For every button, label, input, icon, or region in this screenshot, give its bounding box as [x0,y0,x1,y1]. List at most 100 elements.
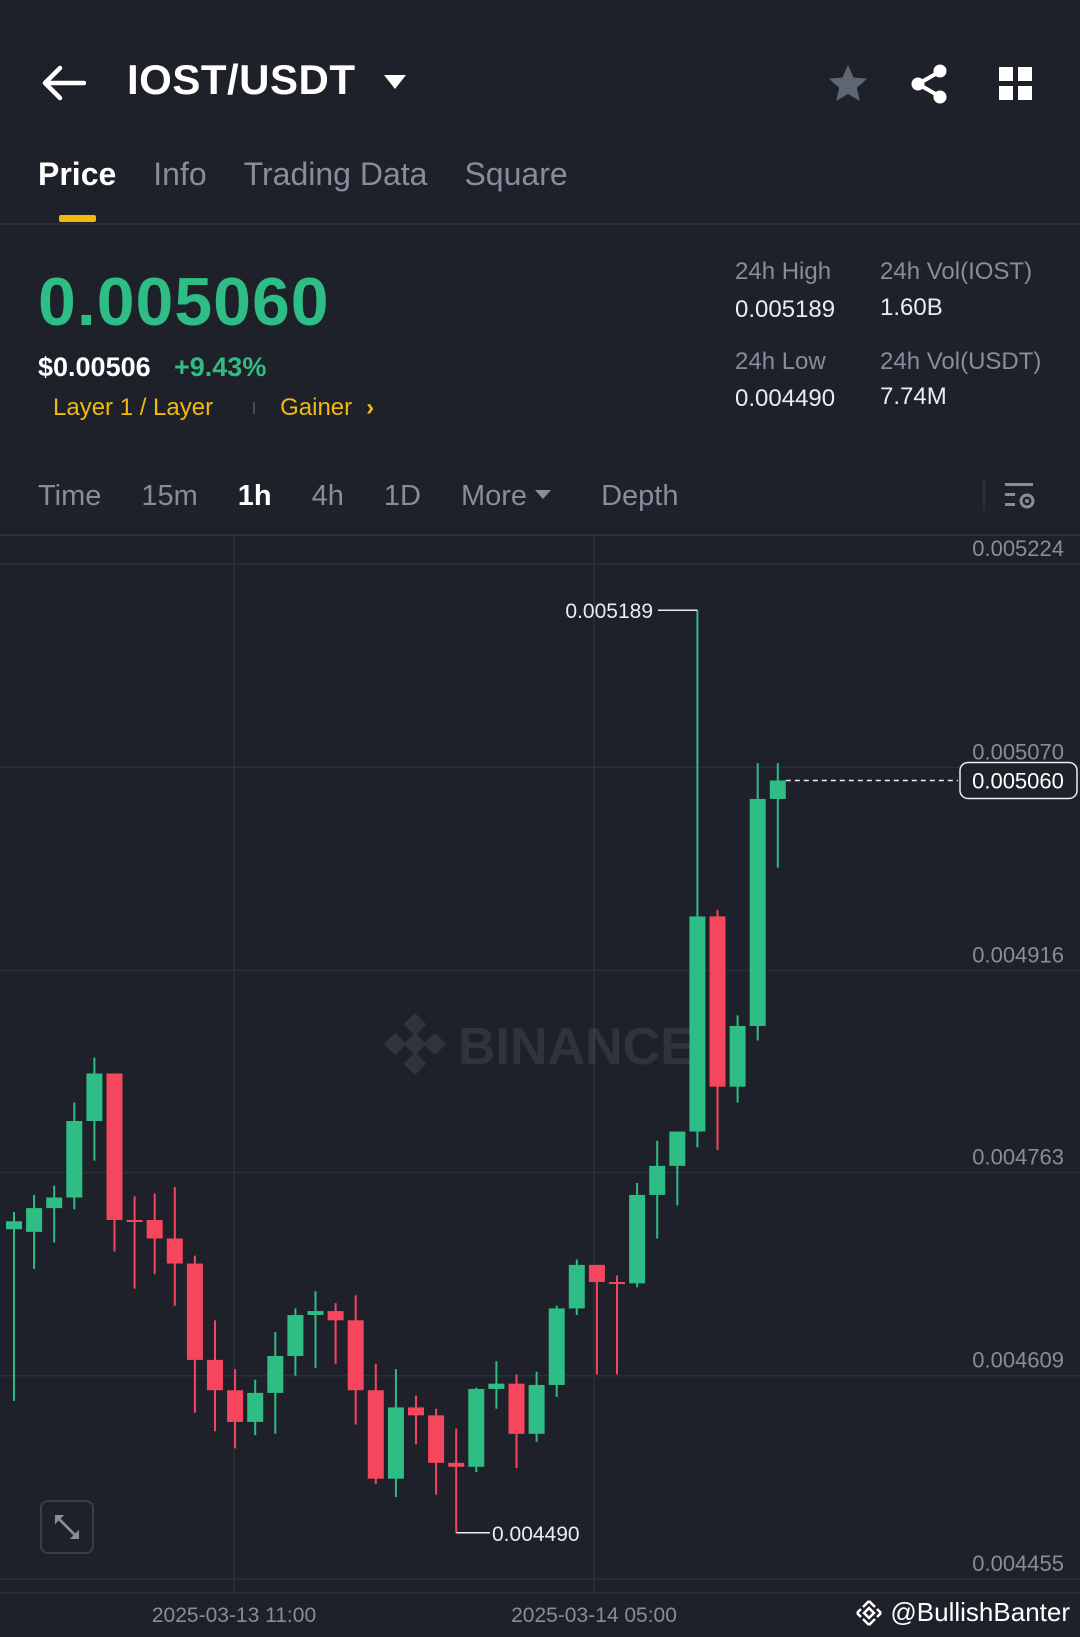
tag-separator [253,402,256,414]
chevron-down-icon[interactable] [382,72,408,92]
watermark-logo-part [403,1012,427,1036]
candle-body [347,1320,364,1391]
y-tick-label: 0.004455 [972,1551,1064,1576]
candle-body [6,1221,22,1230]
tab-bar: Price Info Trading Data Square [38,156,568,193]
candle-body [106,1073,123,1220]
vol-base-label: 24h Vol(IOST) [880,258,1033,285]
y-tick-label: 0.005070 [972,739,1064,764]
expand-icon[interactable] [40,1500,94,1554]
candle-body [367,1390,384,1479]
candlestick-chart[interactable]: BINANCE 0.005224 0.005070 0.004916 0.004763 0… [0,536,1080,1637]
candle-body [428,1415,445,1463]
candle-body [408,1407,424,1416]
last-price: 0.005060 [38,264,330,340]
tab-info[interactable]: Info [153,156,206,193]
interval-1d[interactable]: 1D [384,480,421,513]
low-value: 0.004490 [735,385,836,412]
candle-body [548,1308,565,1385]
change-percent: +9.43% [174,352,267,382]
more-label: More [460,480,528,512]
candle-body [528,1384,545,1434]
depth-tab[interactable]: Depth [601,480,678,513]
last-price-label: 0.005060 [972,768,1064,793]
candle-body [86,1073,103,1121]
candle-body [649,1165,666,1195]
watermark-logo-part [423,1032,447,1056]
candle-body [669,1131,686,1166]
low-marker-label: 0.004490 [492,1523,580,1546]
candle-body [186,1263,203,1360]
candle-body [46,1197,63,1209]
y-tick-label: 0.004916 [972,943,1064,968]
y-tick-label: 0.004763 [972,1144,1064,1169]
interval-time[interactable]: Time [38,480,101,513]
candle-body [629,1194,646,1284]
candle-body [568,1264,585,1309]
watermark-text: BINANCE [458,1018,695,1076]
candle-body [609,1282,625,1285]
candle-body [387,1407,404,1479]
watermark-logo-part [403,1052,427,1076]
candle-body [468,1388,485,1467]
candle-body [26,1208,43,1232]
candle-body [729,1025,746,1087]
interval-more[interactable]: More [460,480,552,513]
tab-square[interactable]: Square [464,156,567,193]
candle-body [66,1120,83,1198]
divider [0,223,1080,225]
watermark: @BullishBanter [854,1597,1070,1628]
caret-down-icon [535,490,552,499]
candle-body [247,1392,264,1422]
high-label: 24h High [735,258,832,285]
x-tick-label: 2025-03-14 05:00 [511,1604,677,1627]
gainer-tag[interactable]: Gainer [280,394,352,422]
chart-settings-icon[interactable] [1003,480,1037,512]
candle-body [207,1359,223,1391]
low-label: 24h Low [735,348,826,375]
y-tick-label: 0.005224 [972,536,1064,561]
candle-body [126,1219,143,1222]
watermark-logo-part [403,1032,427,1056]
high-value: 0.005189 [735,296,836,323]
binance-watermark: BINANCE [383,1012,695,1076]
candle-body [448,1462,465,1467]
tab-trading-data[interactable]: Trading Data [244,156,428,193]
interval-1h[interactable]: 1h [238,480,272,513]
candle-body [749,798,766,1026]
candle-body [588,1264,605,1283]
candle-body [689,916,706,1132]
candle-body [227,1390,244,1422]
watermark-text: @BullishBanter [890,1597,1070,1627]
y-tick-label: 0.004609 [972,1348,1064,1373]
candle-body [287,1315,304,1356]
usd-price: $0.00506 [38,352,151,382]
category-tag[interactable]: Layer 1 / Layer [53,394,213,422]
tab-price[interactable]: Price [38,156,116,193]
active-tab-indicator [59,215,96,222]
watermark-logo-part [383,1032,407,1056]
star-icon[interactable] [826,62,870,106]
back-arrow-icon[interactable] [40,62,86,104]
candle-body [267,1355,284,1393]
binance-logo-icon [383,1012,447,1076]
pair-title[interactable]: IOST/USDT [127,56,356,104]
interval-15m[interactable]: 15m [141,480,197,513]
chevron-right-icon[interactable]: › [366,394,374,422]
candle-body [508,1383,525,1434]
candle-body [307,1311,324,1316]
binance-logo-icon [856,1599,883,1626]
grid-menu-icon[interactable] [997,65,1035,103]
high-marker-label: 0.005189 [565,600,653,623]
tag-row: Layer 1 / Layer Gainer › [53,394,374,422]
vol-quote-value: 7.74M [880,383,947,410]
candle-body [146,1219,163,1239]
share-icon[interactable] [907,62,951,106]
candle-body [769,780,786,799]
divider [983,479,985,511]
candle-body [709,916,726,1087]
vol-quote-label: 24h Vol(USDT) [880,348,1042,375]
interval-4h[interactable]: 4h [312,480,344,513]
x-tick-label: 2025-03-13 11:00 [152,1604,316,1627]
interval-bar: Time 15m 1h 4h 1D More Depth [38,480,678,513]
